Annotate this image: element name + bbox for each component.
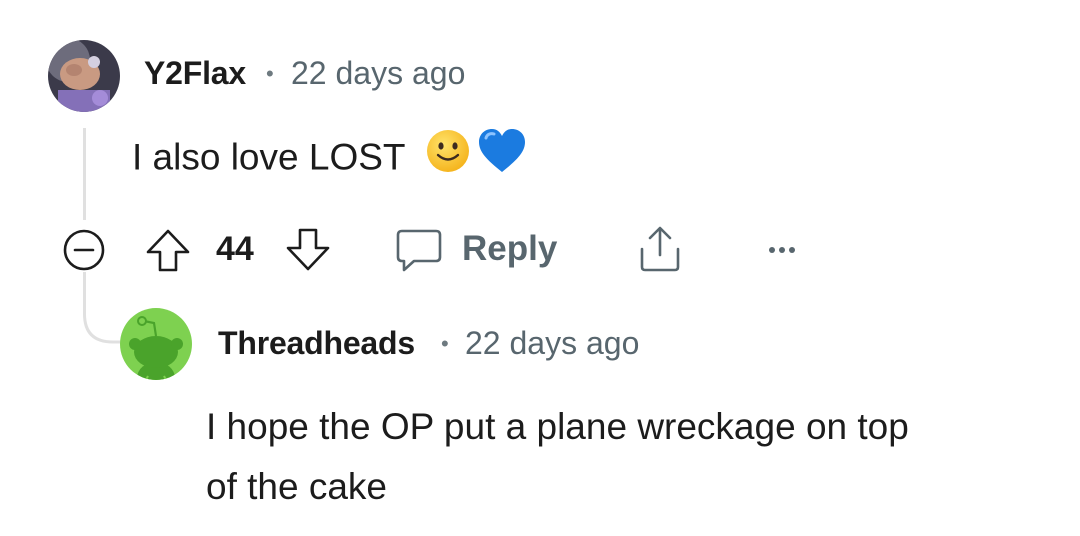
reply-body-line-1: I hope the OP put a plane wreckage on to…	[206, 406, 909, 447]
reply-timestamp: 22 days ago	[465, 325, 640, 361]
thread-line-top	[83, 128, 86, 220]
downvote-button[interactable]	[280, 224, 336, 276]
share-button[interactable]	[632, 222, 688, 276]
collapse-icon	[63, 229, 105, 271]
reply-label[interactable]: Reply	[462, 229, 557, 269]
comment-icon	[396, 229, 442, 272]
comment-author[interactable]: Y2Flax	[144, 55, 246, 92]
collapse-button[interactable]	[58, 226, 110, 274]
avatar[interactable]	[120, 308, 192, 380]
meta-separator: •	[441, 331, 449, 356]
upvote-button[interactable]	[140, 224, 196, 276]
downvote-icon	[286, 228, 330, 271]
snoo-icon	[129, 316, 183, 380]
share-icon	[640, 226, 680, 272]
reply-author[interactable]: Threadheads	[218, 325, 415, 362]
meta-separator: •	[266, 61, 274, 86]
avatar[interactable]	[48, 40, 120, 112]
reply-body-line-2: of the cake	[206, 466, 388, 507]
vote-count: 44	[216, 230, 254, 268]
upvote-icon	[146, 229, 190, 272]
blue-heart-emoji	[477, 128, 527, 191]
more-options-button[interactable]	[758, 232, 806, 268]
comment-timestamp: 22 days ago	[291, 55, 466, 91]
comment-text: I also love LOST	[132, 136, 405, 178]
comment-body: I also love LOST	[132, 128, 527, 191]
more-options-icon	[769, 247, 795, 253]
slightly-smiling-face-emoji	[425, 128, 471, 191]
